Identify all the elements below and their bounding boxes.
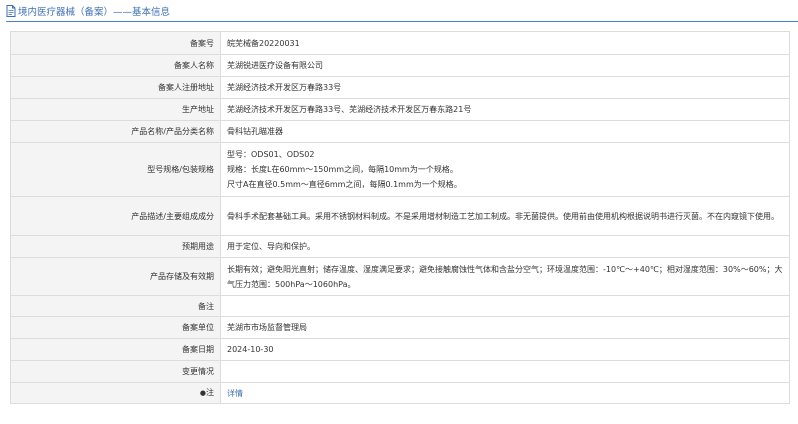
page-title: 境内医疗器械（备案）——基本信息 <box>18 7 171 18</box>
model-spec-line: 型号：ODS01、ODS02 <box>227 150 315 159</box>
product-name-value: 骨科钻孔瞄准器 <box>220 120 790 143</box>
row-label-registrant-address: 备案人注册地址 <box>10 76 221 99</box>
row-label-record-number: 备案号 <box>10 31 221 55</box>
table-row: 产品描述/主要组成成分 骨科手术配套基础工具。采用不锈钢材料制成。不是采用增材制… <box>10 196 790 236</box>
row-label-production-address: 生产地址 <box>10 98 221 121</box>
filing-date-value: 2024-10-30 <box>220 338 790 361</box>
table-row: 备案日期 2024-10-30 <box>10 338 790 361</box>
table-row: 产品名称/产品分类名称 骨科钻孔瞄准器 <box>10 120 790 143</box>
production-address-value: 芜湖经济技术开发区万春路33号、芜湖经济技术开发区万春东路21号 <box>220 98 790 121</box>
model-spec-line: 规格：长度L在60mm～150mm之间，每隔10mm为一个规格。 <box>227 165 458 174</box>
header-divider <box>6 21 798 22</box>
document-icon <box>6 5 16 17</box>
table-row: 生产地址 芜湖经济技术开发区万春路33号、芜湖经济技术开发区万春东路21号 <box>10 98 790 121</box>
filing-unit-value: 芜湖市市场监督管理局 <box>220 316 790 339</box>
row-label-intended-use: 预期用途 <box>10 235 221 258</box>
product-description-value: 骨科手术配套基础工具。采用不锈钢材料制成。不是采用增材制造工艺加工制成。非无菌提… <box>220 196 790 236</box>
model-spec-value: 型号：ODS01、ODS02 规格：长度L在60mm～150mm之间，每隔10m… <box>220 142 790 197</box>
row-label-remarks: 备注 <box>10 295 221 317</box>
row-label-change-history: 变更情况 <box>10 360 221 383</box>
row-label-filing-unit: 备案单位 <box>10 316 221 339</box>
change-history-value <box>220 360 790 383</box>
row-label-product-name: 产品名称/产品分类名称 <box>10 120 221 143</box>
table-row: 备案人注册地址 芜湖经济技术开发区万春路33号 <box>10 76 790 99</box>
registrant-name-value: 芜湖锐进医疗设备有限公司 <box>220 54 790 77</box>
row-label-model-spec: 型号规格/包装规格 <box>10 142 221 197</box>
table-row: 型号规格/包装规格 型号：ODS01、ODS02 规格：长度L在60mm～150… <box>10 142 790 197</box>
row-label-registrant-name: 备案人名称 <box>10 54 221 77</box>
row-label-filing-date: 备案日期 <box>10 338 221 361</box>
storage-validity-value: 长期有效；避免阳光直射；储存温度、湿度满足要求；避免接触腐蚀性气体和含盐分空气；… <box>220 257 790 296</box>
note-value: 详情 <box>220 382 790 404</box>
registrant-address-value: 芜湖经济技术开发区万春路33号 <box>220 76 790 99</box>
table-row: 备注 <box>10 295 790 317</box>
remarks-value <box>220 295 790 317</box>
info-table: 备案号 皖芜械备20220031 备案人名称 芜湖锐进医疗设备有限公司 备案人注… <box>10 31 790 404</box>
table-row: 预期用途 用于定位、导向和保护。 <box>10 235 790 258</box>
table-row: 备案单位 芜湖市市场监督管理局 <box>10 316 790 339</box>
record-number-value: 皖芜械备20220031 <box>220 31 790 55</box>
note-label-text: 注 <box>206 388 214 397</box>
page-header: 境内医疗器械（备案）——基本信息 <box>6 3 170 19</box>
table-row: 备案号 皖芜械备20220031 <box>10 31 790 55</box>
model-spec-line: 尺寸A在直径0.5mm～直径6mm之间，每隔0.1mm为一个规格。 <box>227 180 462 189</box>
row-label-storage-validity: 产品存储及有效期 <box>10 257 221 296</box>
intended-use-value: 用于定位、导向和保护。 <box>220 235 790 258</box>
table-row: 产品存储及有效期 长期有效；避免阳光直射；储存温度、湿度满足要求；避免接触腐蚀性… <box>10 257 790 296</box>
table-row: ●注 详情 <box>10 382 790 404</box>
details-link[interactable]: 详情 <box>227 389 243 398</box>
table-row: 备案人名称 芜湖锐进医疗设备有限公司 <box>10 54 790 77</box>
table-row: 变更情况 <box>10 360 790 383</box>
row-label-note: ●注 <box>10 382 221 404</box>
row-label-product-description: 产品描述/主要组成成分 <box>10 196 221 236</box>
